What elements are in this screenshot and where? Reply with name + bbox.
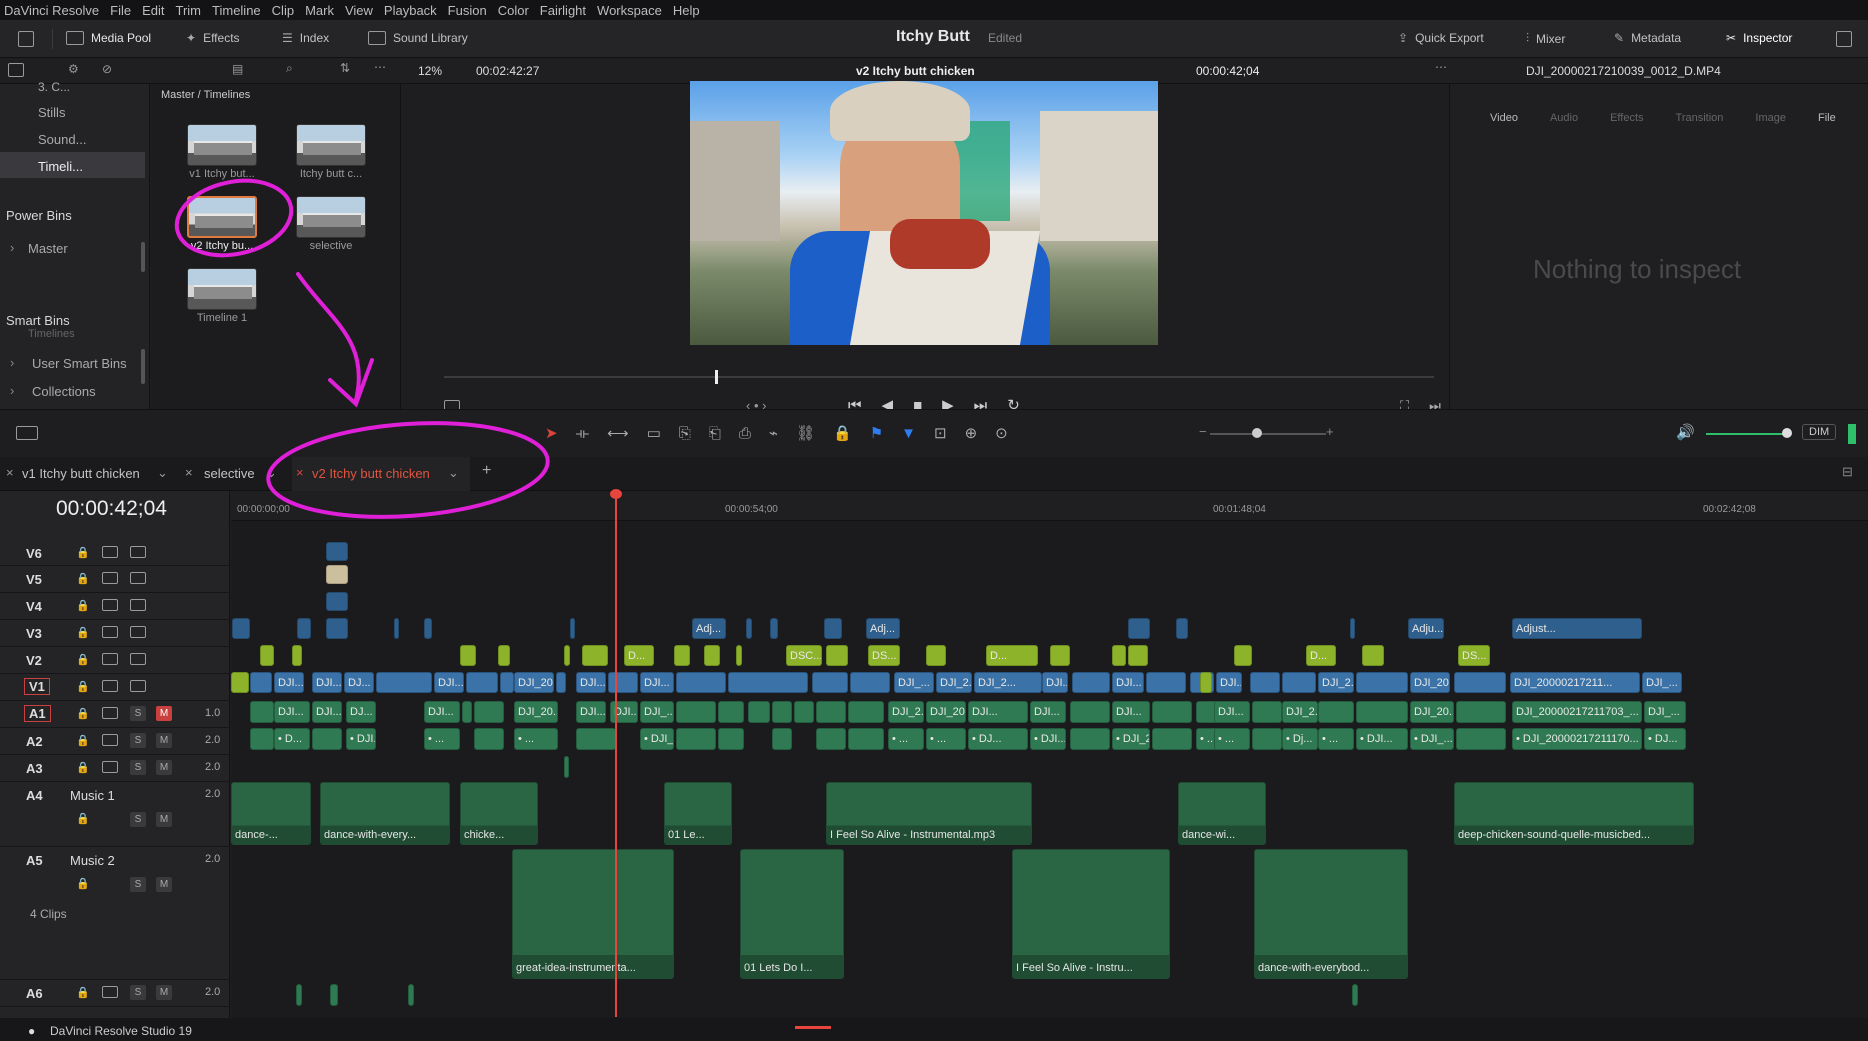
annotation-arrow (296, 272, 374, 408)
annotation-circle (266, 421, 550, 519)
annotation-circle (174, 178, 294, 258)
annotation-overlay (174, 178, 550, 519)
